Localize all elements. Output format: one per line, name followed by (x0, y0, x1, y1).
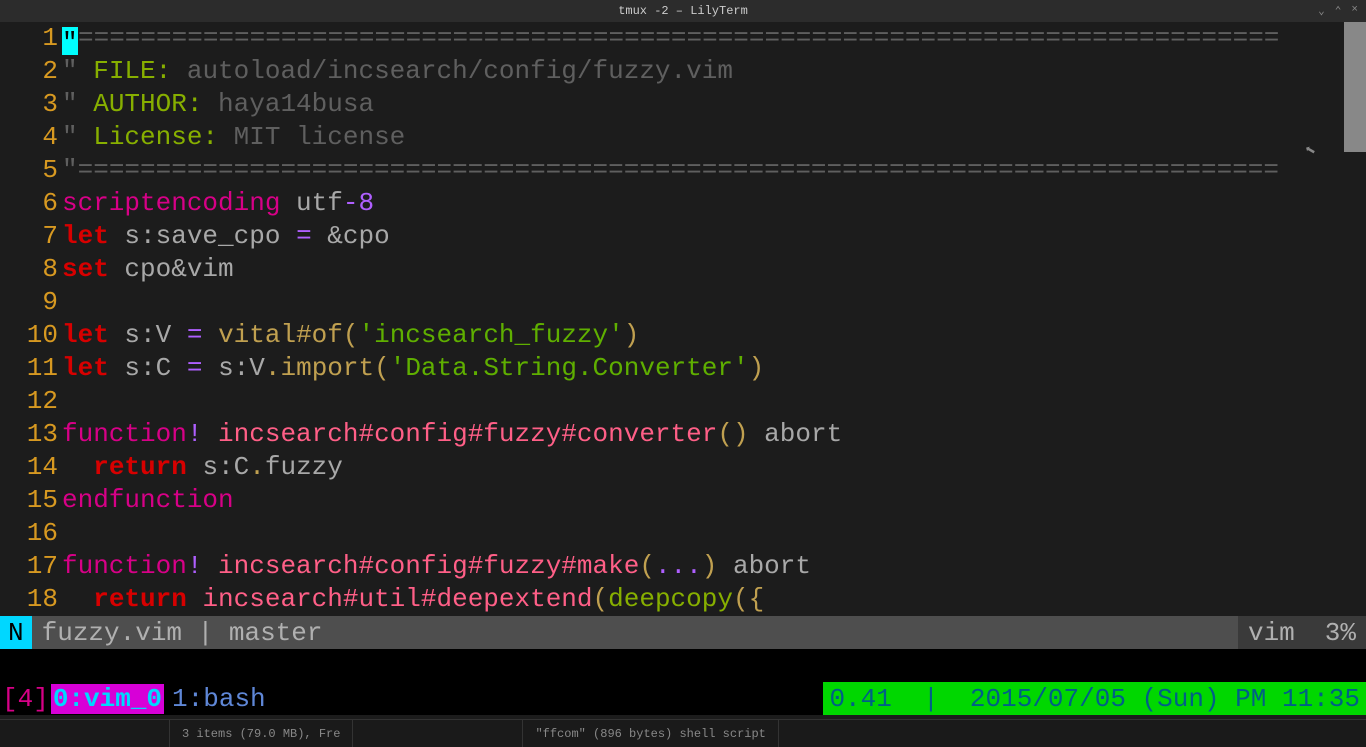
line-number: 16 (0, 517, 58, 550)
taskbar-item[interactable]: 3 items (79.0 MB), Fre (170, 720, 353, 747)
line-number: 3 (0, 88, 58, 121)
code-line: set cpo&vim (62, 253, 1366, 286)
line-number: 17 (0, 550, 58, 583)
code-line: let s:V = vital#of('incsearch_fuzzy') (62, 319, 1366, 352)
line-number: 11 (0, 352, 58, 385)
window-title: tmux -2 – LilyTerm (618, 4, 748, 18)
line-number: 15 (0, 484, 58, 517)
line-number: 8 (0, 253, 58, 286)
status-filetype: vim (1248, 618, 1295, 648)
desktop-taskbar[interactable]: 3 items (79.0 MB), Fre "ffcom" (896 byte… (0, 719, 1366, 747)
terminal[interactable]: ⬉ 1 2 3 4 5 6 7 8 9 10 11 12 13 14 15 16… (0, 22, 1366, 719)
close-icon[interactable]: × (1351, 4, 1358, 18)
code-line: " AUTHOR: haya14busa (62, 88, 1366, 121)
line-number: 6 (0, 187, 58, 220)
tmux-window[interactable]: 1:bash (164, 684, 274, 714)
line-number: 9 (0, 286, 58, 319)
code-line: "=======================================… (62, 154, 1366, 187)
code-line: " FILE: autoload/incsearch/config/fuzzy.… (62, 55, 1366, 88)
code-area[interactable]: "=======================================… (62, 22, 1366, 616)
tmux-load: 0.41 (829, 684, 891, 714)
status-percent: 3% (1325, 618, 1356, 648)
code-line: return s:C.fuzzy (62, 451, 1366, 484)
taskbar-item[interactable]: "ffcom" (896 bytes) shell script (523, 720, 778, 747)
status-branch: master (229, 618, 323, 648)
code-line: endfunction (62, 484, 1366, 517)
status-filename: fuzzy.vim (42, 618, 182, 648)
line-number: 5 (0, 154, 58, 187)
code-line: function! incsearch#config#fuzzy#convert… (62, 418, 1366, 451)
blank-row (0, 649, 1366, 682)
code-line: scriptencoding utf-8 (62, 187, 1366, 220)
line-number: 10 (0, 319, 58, 352)
line-number: 12 (0, 385, 58, 418)
line-number: 13 (0, 418, 58, 451)
code-line: " License: MIT license (62, 121, 1366, 154)
tmux-statusline: [4] 0:vim_0 1:bash 0.41 | 2015/07/05 (Su… (0, 682, 1366, 715)
line-number: 2 (0, 55, 58, 88)
line-number-gutter: 1 2 3 4 5 6 7 8 9 10 11 12 13 14 15 16 1… (0, 22, 62, 616)
vim-editor[interactable]: 1 2 3 4 5 6 7 8 9 10 11 12 13 14 15 16 1… (0, 22, 1366, 616)
minimize-icon[interactable]: ⌄ (1318, 4, 1325, 18)
code-line (62, 517, 1366, 550)
tmux-window-active[interactable]: 0:vim_0 (51, 684, 164, 714)
code-line: "=======================================… (62, 22, 1366, 55)
tmux-session: [4] (0, 684, 51, 714)
line-number: 7 (0, 220, 58, 253)
status-separator: | (198, 618, 214, 648)
tmux-datetime: 2015/07/05 (Sun) PM 11:35 (970, 684, 1360, 714)
code-line: return incsearch#util#deepextend(deepcop… (62, 583, 1366, 616)
taskbar-spacer (353, 720, 523, 747)
window-titlebar: tmux -2 – LilyTerm ⌄ ⌃ × (0, 0, 1366, 22)
vim-mode-indicator: N (0, 616, 32, 649)
code-line: let s:C = s:V.import('Data.String.Conver… (62, 352, 1366, 385)
code-line: let s:save_cpo = &cpo (62, 220, 1366, 253)
taskbar-spacer (0, 720, 170, 747)
cursor: " (62, 27, 78, 55)
line-number: 18 (0, 583, 58, 616)
tmux-right-status: 0.41 | 2015/07/05 (Sun) PM 11:35 (823, 682, 1366, 715)
maximize-icon[interactable]: ⌃ (1335, 4, 1342, 18)
code-line: function! incsearch#config#fuzzy#make(..… (62, 550, 1366, 583)
code-line (62, 385, 1366, 418)
line-number: 4 (0, 121, 58, 154)
status-file-info: fuzzy.vim | master (32, 616, 1238, 649)
line-number: 14 (0, 451, 58, 484)
line-number: 1 (0, 22, 58, 55)
vim-statusline: N fuzzy.vim | master vim 3% (0, 616, 1366, 649)
code-line (62, 286, 1366, 319)
